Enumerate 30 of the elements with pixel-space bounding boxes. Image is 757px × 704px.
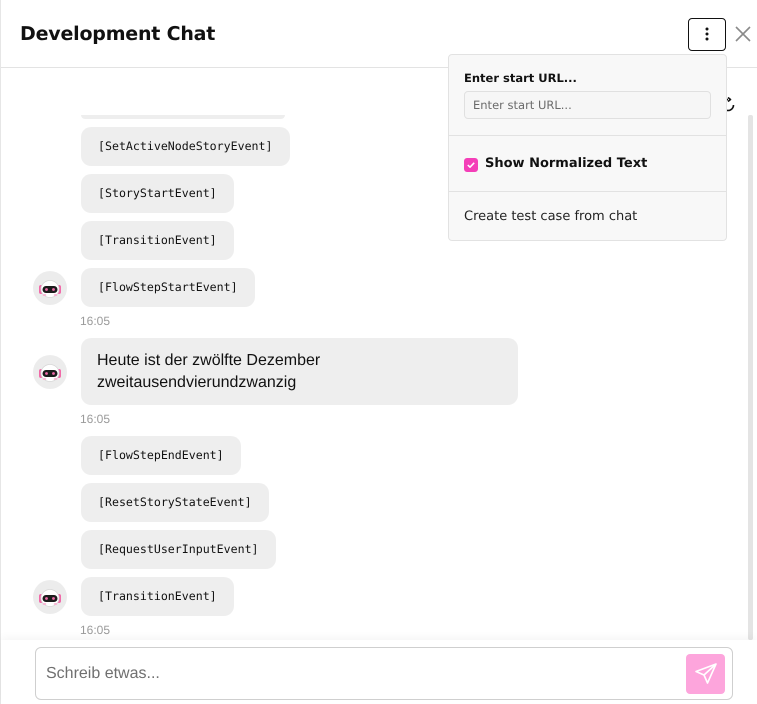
- more-options-button[interactable]: [688, 18, 726, 50]
- start-url-field[interactable]: Enter start URL...: [464, 91, 711, 119]
- message-time: 16:05: [80, 412, 110, 426]
- window-title: Development Chat: [20, 22, 216, 44]
- message-time: 16:05: [80, 623, 110, 637]
- event-message-bubble: [SetActiveNodeStoryEvent]: [81, 127, 290, 166]
- robot-avatar-icon: [33, 580, 67, 614]
- message-input[interactable]: Schreib etwas...: [35, 647, 733, 700]
- checkmark-icon: [467, 162, 475, 168]
- menu-item[interactable]: Create test case from chat: [464, 208, 638, 224]
- robot-avatar-icon: [33, 270, 67, 304]
- send-button[interactable]: [686, 654, 725, 694]
- close-button[interactable]: [735, 26, 751, 42]
- field-label: Enter start URL...: [464, 71, 578, 86]
- message-time: 16:05: [80, 314, 110, 328]
- event-message-bubble: [TransitionEvent]: [81, 577, 234, 616]
- scrollbar-thumb[interactable]: [748, 115, 753, 640]
- more-vertical-icon: [705, 27, 709, 41]
- message-bubble: Heute ist der zwölfte Dezember zweitausendvierundzwanzig: [81, 338, 518, 405]
- event-message-bubble: [ResetStoryStateEvent]: [81, 483, 269, 522]
- send-icon: [694, 662, 718, 686]
- event-message-bubble: [RequestUserInputEvent]: [81, 530, 276, 569]
- event-message-bubble: [FlowStepEndEvent]: [81, 436, 241, 475]
- event-message-bubble: [FlowStepStartEvent]: [81, 268, 255, 307]
- event-message-bubble: [TransitionEvent]: [81, 221, 234, 260]
- checkbox[interactable]: [464, 158, 478, 172]
- event-message-bubble: [StoryStartEvent]: [81, 174, 234, 213]
- checkbox-label: Show Normalized Text: [485, 156, 648, 171]
- close-icon: [735, 26, 751, 42]
- robot-avatar-icon: [33, 354, 67, 388]
